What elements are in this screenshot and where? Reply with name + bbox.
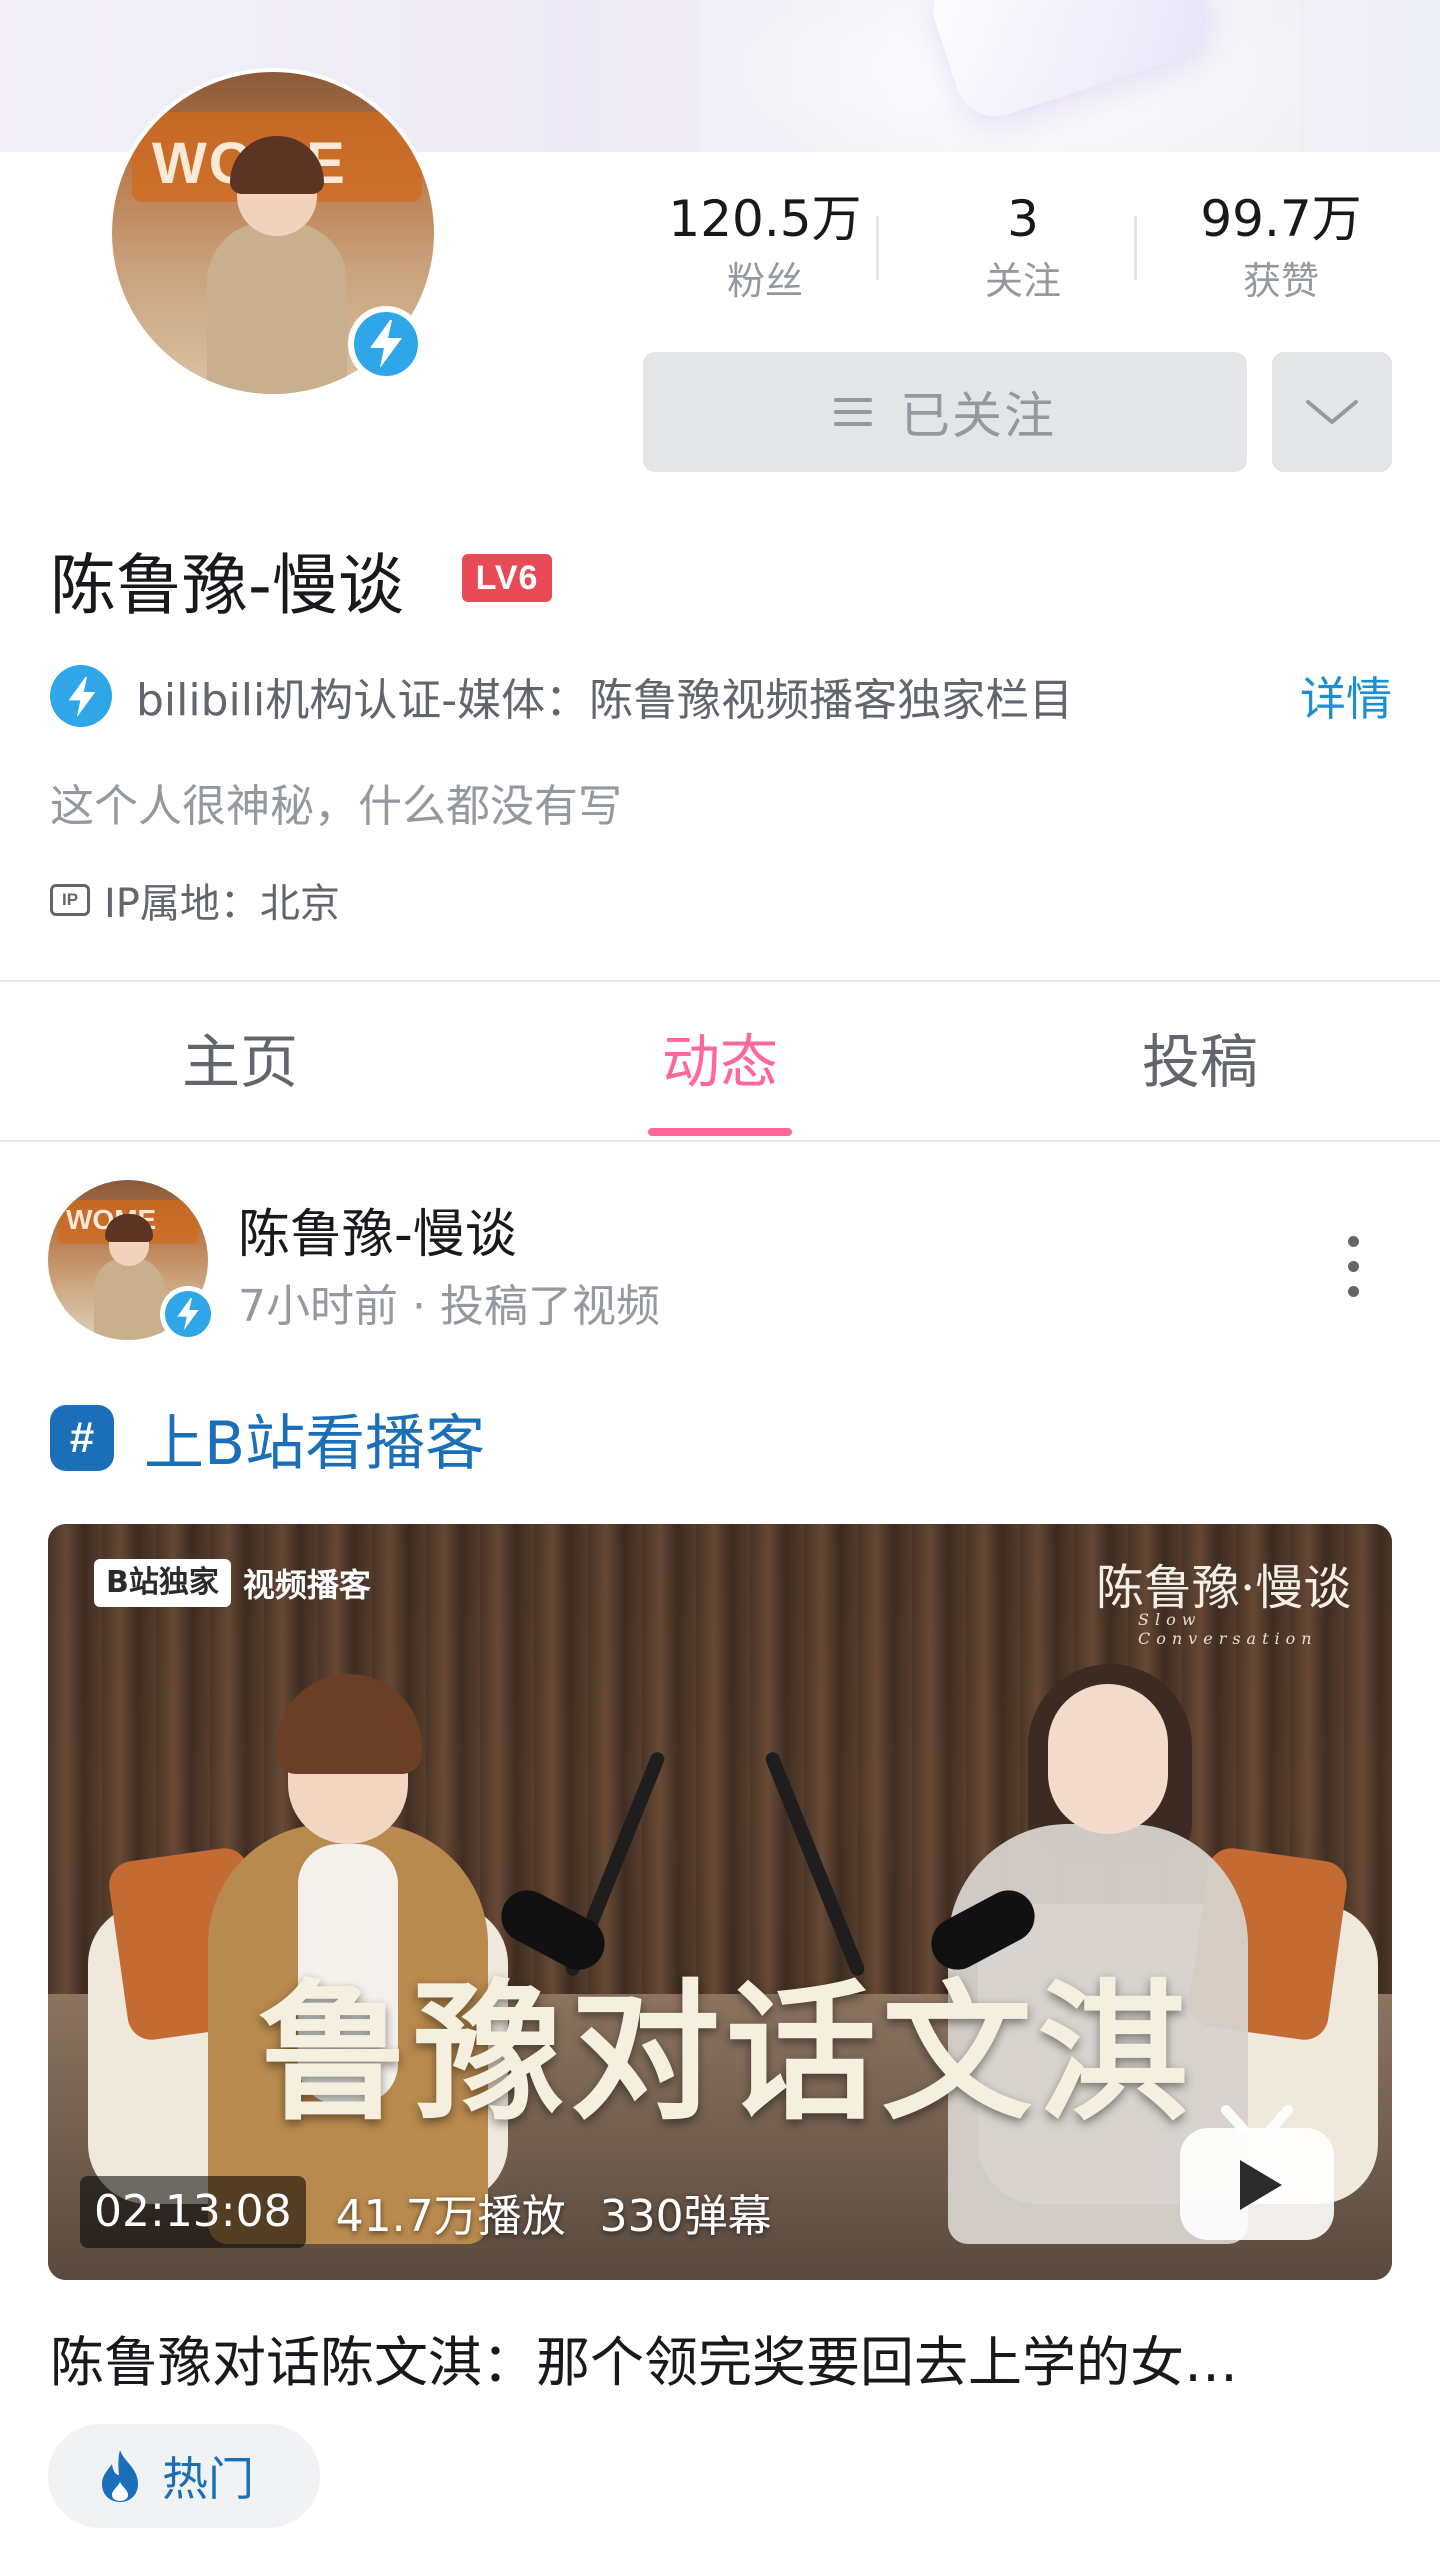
hot-badge[interactable]: 热门 bbox=[48, 2424, 320, 2528]
avatar-person-coat bbox=[207, 222, 347, 394]
cover-exclusive-sub: 视频播客 bbox=[242, 1566, 371, 1604]
stat-likes-value: 99.7万 bbox=[1200, 190, 1362, 248]
video-duration: 02:13:08 bbox=[80, 2176, 306, 2248]
ip-location-text: IP属地：北京 bbox=[104, 881, 340, 927]
video-play-count: 41.7万播放 bbox=[335, 2191, 566, 2242]
topic-label: 上B站看播客 bbox=[144, 1408, 486, 1479]
video-stats-bar: 02:13:08 41.7万播放 330弹幕 bbox=[80, 2172, 772, 2252]
cover-series-logo-sub: Slow Conversation bbox=[1138, 1610, 1318, 1648]
active-tab-indicator bbox=[648, 1128, 792, 1136]
cover-series-logo: 陈鲁豫·慢谈 bbox=[1096, 1560, 1352, 1616]
ip-icon: IP bbox=[50, 884, 90, 916]
post-verified-badge-icon bbox=[160, 1286, 216, 1342]
stat-fans[interactable]: 120.5万 粉丝 bbox=[645, 186, 885, 310]
stat-fans-label: 粉丝 bbox=[726, 259, 803, 303]
profile-tabs: 主页 动态 投稿 bbox=[0, 982, 1440, 1142]
ip-location: IP IP属地：北京 bbox=[50, 872, 340, 928]
bilibili-tv-icon bbox=[1180, 2105, 1334, 2240]
verified-badge-icon bbox=[348, 306, 424, 382]
profile-signature: 这个人很神秘，什么都没有写 bbox=[50, 781, 622, 832]
cover-title: 鲁豫对话文淇 bbox=[258, 1965, 1195, 2141]
profile-stats: 120.5万 粉丝 3 关注 99.7万 获赞 bbox=[620, 186, 1400, 326]
stat-fans-value: 120.5万 bbox=[668, 190, 862, 248]
hot-label: 热门 bbox=[162, 2452, 254, 2506]
more-actions-button[interactable] bbox=[1272, 352, 1392, 472]
post-meta: 7小时前 · 投稿了视频 bbox=[238, 1281, 660, 1332]
certification-text: bilibili机构认证-媒体：陈鲁豫视频播客独家栏目 bbox=[136, 675, 1074, 726]
stat-likes[interactable]: 99.7万 获赞 bbox=[1161, 186, 1401, 310]
stat-following-value: 3 bbox=[1007, 190, 1039, 248]
tab-uploads[interactable]: 投稿 bbox=[1050, 982, 1350, 1142]
stat-divider bbox=[876, 216, 879, 280]
certification-detail-link[interactable]: 详情 bbox=[1300, 663, 1392, 729]
cover-guest-head bbox=[1048, 1684, 1168, 1834]
followed-button-label: 已关注 bbox=[900, 387, 1056, 445]
tab-home[interactable]: 主页 bbox=[90, 982, 390, 1142]
tabs-divider bbox=[0, 1140, 1440, 1142]
video-danmaku-count: 330弹幕 bbox=[599, 2191, 772, 2242]
video-title[interactable]: 陈鲁豫对话陈文淇：那个领完奖要回去上学的女… bbox=[50, 2318, 1380, 2397]
followed-button[interactable]: 已关注 bbox=[643, 352, 1247, 472]
stat-following-label: 关注 bbox=[984, 259, 1061, 303]
menu-lines-icon bbox=[834, 398, 872, 426]
hashtag-icon: # bbox=[50, 1405, 114, 1471]
tab-dynamics[interactable]: 动态 bbox=[570, 982, 870, 1142]
video-thumbnail[interactable]: B站独家 视频播客 陈鲁豫·慢谈 Slow Conversation 鲁豫对话文… bbox=[48, 1524, 1392, 2280]
post-author-name[interactable]: 陈鲁豫-慢谈 bbox=[238, 1192, 517, 1267]
chevron-down-icon bbox=[1306, 400, 1358, 424]
flame-icon bbox=[102, 2450, 138, 2502]
certification-bolt-icon bbox=[50, 665, 112, 727]
profile-username: 陈鲁豫-慢谈 bbox=[50, 547, 404, 624]
post-avatar-coat bbox=[94, 1258, 164, 1340]
certification-row: bilibili机构认证-媒体：陈鲁豫视频播客独家栏目 详情 bbox=[50, 660, 1392, 732]
kebab-icon[interactable] bbox=[1342, 1236, 1366, 1298]
stat-likes-label: 获赞 bbox=[1242, 259, 1319, 303]
topic-tag[interactable]: # 上B站看播客 bbox=[50, 1398, 485, 1479]
stat-following[interactable]: 3 关注 bbox=[903, 186, 1143, 310]
stat-divider bbox=[1134, 216, 1137, 280]
cover-exclusive-tag: B站独家 bbox=[94, 1559, 231, 1607]
level-badge: LV6 bbox=[462, 554, 552, 602]
cover-exclusive-label: B站独家 视频播客 bbox=[94, 1558, 371, 1608]
